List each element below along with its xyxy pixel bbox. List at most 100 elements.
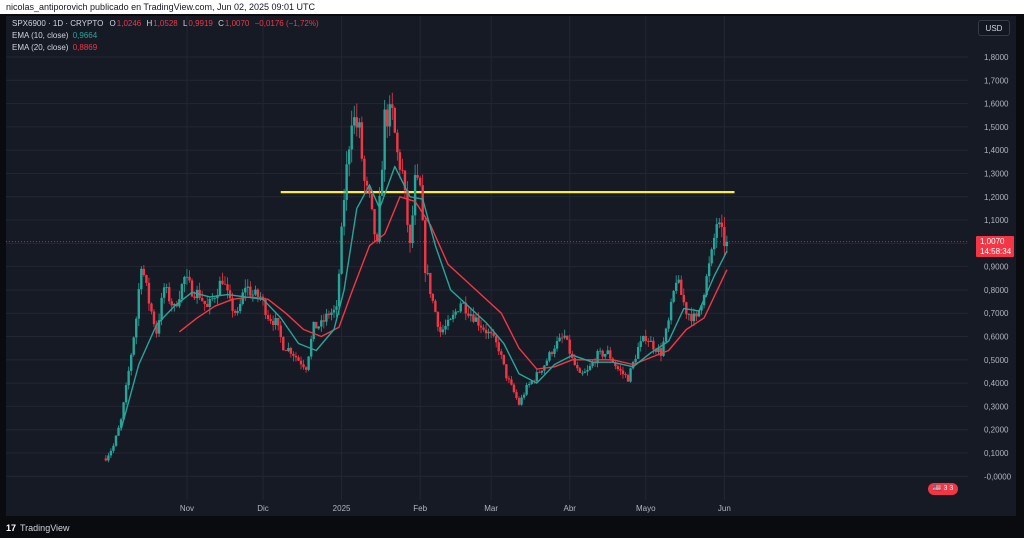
y-tick-label: 0,6000 [984, 333, 1009, 342]
tradingview-logo-icon: 17 [6, 523, 17, 533]
legend-open-value: 1,0246 [116, 19, 142, 28]
candle-body-up [312, 321, 315, 339]
candle-body-up [112, 445, 115, 451]
candle-body-up [317, 326, 320, 329]
candle-body-down [277, 317, 280, 326]
candle-body-up [380, 169, 384, 196]
candle-body-up [383, 109, 386, 170]
candle-body-down [489, 331, 493, 334]
candle-body-up [107, 455, 110, 461]
candle-body-up [548, 352, 551, 361]
chart-panel[interactable]: 1,8000 1,7000 1,6000 1,5000 1,4000 1,3000 1,20… [6, 16, 1016, 516]
candle-body-up [411, 215, 414, 244]
candle-body-down [168, 287, 171, 302]
y-tick-label: 1,8000 [984, 53, 1009, 62]
y-tick-label: 0,5000 [984, 356, 1009, 365]
candle-body-up [474, 317, 478, 322]
candle-body-down [396, 132, 399, 153]
candle-body-up [426, 273, 429, 274]
candle-body-down [436, 311, 440, 327]
y-tick-label: 0,1000 [984, 449, 1009, 458]
candle-body-down [418, 177, 422, 186]
currency-button[interactable]: USD [978, 20, 1010, 36]
candle-body-down [424, 220, 427, 274]
candle-body-up [553, 348, 556, 354]
candle-body-up [667, 320, 670, 329]
candle-body-down [695, 313, 698, 317]
publish-header: nicolas_antiporovich publicado en Tradin… [0, 0, 1024, 14]
candle-body-up [555, 341, 559, 349]
candle-body-up [642, 335, 645, 342]
candle-body-down [322, 320, 326, 322]
candle-body-down [505, 364, 508, 379]
economic-events-badge[interactable]: 🇺🇸 3 3 [928, 483, 958, 495]
candle-body-down [221, 280, 224, 284]
candle-body-down [647, 341, 650, 342]
candle-body-up [137, 289, 140, 319]
candle-body-up [669, 301, 673, 321]
candle-body-up [378, 195, 381, 242]
candle-body-down [401, 169, 404, 171]
legend-change: −0,0176 (−1,72%) [254, 19, 319, 28]
legend-high-value: 1,0528 [153, 19, 178, 28]
candle-body-up [274, 317, 277, 325]
candle-body-up [129, 354, 133, 371]
legend-ema10-label: EMA (10, close) [12, 31, 69, 40]
legend-ema20-value: 0,8869 [72, 43, 98, 52]
candle-body-up [639, 341, 642, 348]
candle-body-up [307, 356, 310, 370]
candle-body-up [718, 222, 721, 225]
candle-body-down [416, 175, 419, 178]
candle-body-up [254, 289, 257, 295]
candle-body-up [545, 360, 549, 366]
last-price-badge: 1,0070 14:58:34 [976, 236, 1014, 257]
grid-layer [6, 16, 968, 500]
legend-ema10[interactable]: EMA (10, close) 0,9664 [12, 31, 97, 40]
candle-body-down [327, 313, 331, 316]
candle-body-up [596, 351, 599, 364]
candle-body-up [674, 282, 678, 291]
candle-body-up [487, 331, 490, 334]
legend-low-label: L [182, 19, 188, 28]
candle-body-up [692, 313, 696, 322]
candle-body-up [629, 368, 632, 382]
x-tick-label: Mayo [636, 504, 656, 513]
x-tick-label: Dic [257, 504, 269, 513]
candle-body-down [279, 325, 282, 338]
candle-body-down [720, 222, 724, 228]
candle-body-up [540, 370, 544, 373]
legend-high-label: H [146, 19, 153, 28]
legend-ema20-label: EMA (20, close) [12, 43, 69, 52]
candle-body-down [294, 355, 298, 358]
candle-body-down [467, 313, 470, 316]
legend-ema20[interactable]: EMA (20, close) 0,8869 [12, 43, 97, 52]
candle-body-down [550, 352, 554, 354]
candle-body-up [335, 306, 338, 310]
candle-body-down [152, 311, 156, 325]
candle-body-up [185, 276, 189, 278]
price-chart[interactable]: 1,8000 1,7000 1,6000 1,5000 1,4000 1,3000 1,20… [6, 16, 1016, 516]
candle-body-up [563, 335, 566, 338]
candle-body-down [477, 317, 480, 326]
tradingview-logo[interactable]: 17 TradingView [6, 522, 70, 534]
candle-body-down [398, 152, 402, 170]
candle-body-up [218, 280, 222, 296]
last-price-value: 1,0070 [980, 237, 1005, 246]
legend-ohlc: SPX6900 · 1D · CRYPTO O1,0246 H1,0528 L0… [12, 19, 319, 28]
candle-body-down [226, 284, 229, 291]
candle-body-up [586, 369, 589, 372]
candle-body-down [484, 329, 488, 334]
candle-body-up [672, 290, 675, 302]
candle-body-up [713, 237, 716, 250]
candle-body-up [109, 450, 113, 456]
candle-body-up [246, 286, 249, 288]
candle-body-up [320, 320, 323, 327]
candle-body-up [165, 287, 168, 288]
legend-close-label: C [218, 19, 224, 28]
candle-body-up [451, 314, 455, 320]
candle-body-up [244, 287, 247, 293]
candle-body-up [581, 372, 584, 374]
candle-body-down [408, 224, 412, 244]
candle-body-down [723, 227, 726, 247]
candle-body-down [568, 339, 571, 354]
